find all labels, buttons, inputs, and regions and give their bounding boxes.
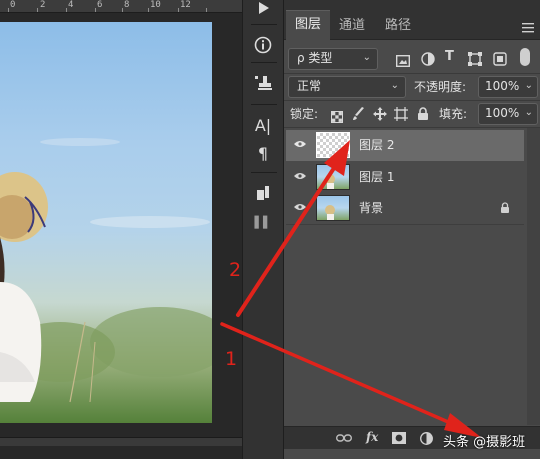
arrow-2: [236, 140, 350, 317]
arrow-1: [220, 322, 482, 438]
annotation-overlay: [220, 140, 482, 438]
annotation-number-1: 1: [225, 348, 238, 370]
annotation-number-2: 2: [229, 259, 242, 281]
watermark-text: 头条 @摄影班: [443, 435, 526, 450]
